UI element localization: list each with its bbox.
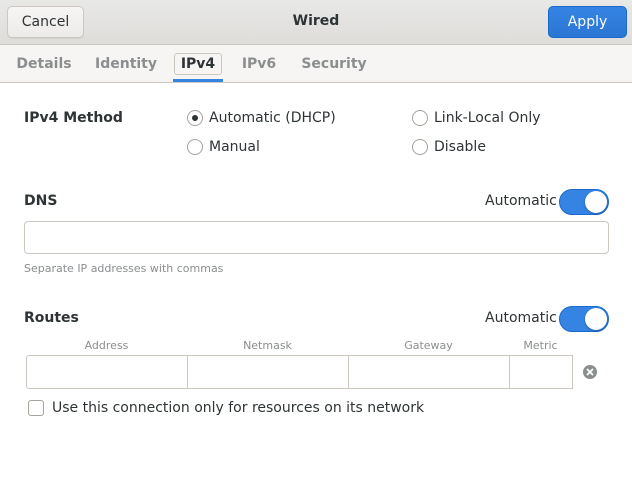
remove-route-button[interactable] (572, 355, 607, 389)
radio-manual-label: Manual (209, 139, 260, 155)
network-settings-dialog: Cancel Wired Apply Details Identity IPv4… (0, 0, 632, 478)
tab-ipv4[interactable]: IPv4 (173, 45, 223, 82)
column-header-address: Address (84, 339, 129, 352)
route-netmask-input[interactable] (188, 356, 349, 388)
column-header-metric: Metric (523, 339, 558, 352)
route-address-input[interactable] (27, 356, 188, 388)
routes-automatic-switch[interactable] (559, 306, 609, 332)
header-bar: Cancel Wired Apply (0, 0, 632, 45)
radio-automatic-dhcp-label: Automatic (DHCP) (209, 110, 336, 126)
radio-disable-label: Disable (434, 139, 486, 155)
tab-security[interactable]: Security (300, 45, 368, 82)
cancel-button[interactable]: Cancel (7, 6, 84, 38)
restrict-to-network-label: Use this connection only for resources o… (52, 400, 425, 416)
apply-button[interactable]: Apply (548, 6, 627, 38)
column-header-gateway: Gateway (404, 339, 453, 352)
dns-hint: Separate IP addresses with commas (24, 262, 224, 275)
active-tab-indicator (173, 79, 223, 82)
radio-manual[interactable]: Manual (187, 139, 260, 155)
ipv4-method-label: IPv4 Method (24, 110, 123, 126)
tab-ipv4-label: IPv4 (173, 52, 223, 75)
radio-unselected-icon (412, 110, 428, 126)
route-metric-input[interactable] (510, 356, 573, 388)
radio-disable[interactable]: Disable (412, 139, 486, 155)
dialog-title: Wired (292, 13, 340, 29)
tab-ipv6[interactable]: IPv6 (240, 45, 278, 82)
checkbox-unchecked-icon (28, 400, 44, 416)
tab-security-label: Security (301, 55, 367, 72)
radio-selected-icon (187, 110, 203, 126)
dns-label: DNS (24, 193, 58, 209)
radio-link-local-only-label: Link-Local Only (434, 110, 541, 126)
routes-label: Routes (24, 310, 79, 326)
radio-unselected-icon (412, 139, 428, 155)
radio-automatic-dhcp[interactable]: Automatic (DHCP) (187, 110, 336, 126)
switch-knob (585, 308, 607, 330)
tab-identity[interactable]: Identity (95, 45, 158, 82)
radio-unselected-icon (187, 139, 203, 155)
restrict-to-network-checkbox[interactable]: Use this connection only for resources o… (28, 400, 424, 416)
dns-input[interactable] (24, 221, 609, 254)
tab-identity-label: Identity (95, 55, 158, 72)
dns-automatic-switch[interactable] (559, 189, 609, 215)
route-row (26, 355, 607, 389)
switch-knob (585, 191, 607, 213)
tab-bar: Details Identity IPv4 IPv6 Security (0, 45, 632, 83)
remove-circle-icon (583, 365, 597, 379)
radio-link-local-only[interactable]: Link-Local Only (412, 110, 541, 126)
tab-details[interactable]: Details (14, 45, 74, 82)
tab-details-label: Details (16, 55, 72, 72)
routes-automatic-label: Automatic (485, 310, 557, 326)
dns-automatic-label: Automatic (485, 193, 557, 209)
tab-ipv6-label: IPv6 (241, 55, 277, 72)
column-header-netmask: Netmask (243, 339, 292, 352)
route-gateway-input[interactable] (349, 356, 510, 388)
